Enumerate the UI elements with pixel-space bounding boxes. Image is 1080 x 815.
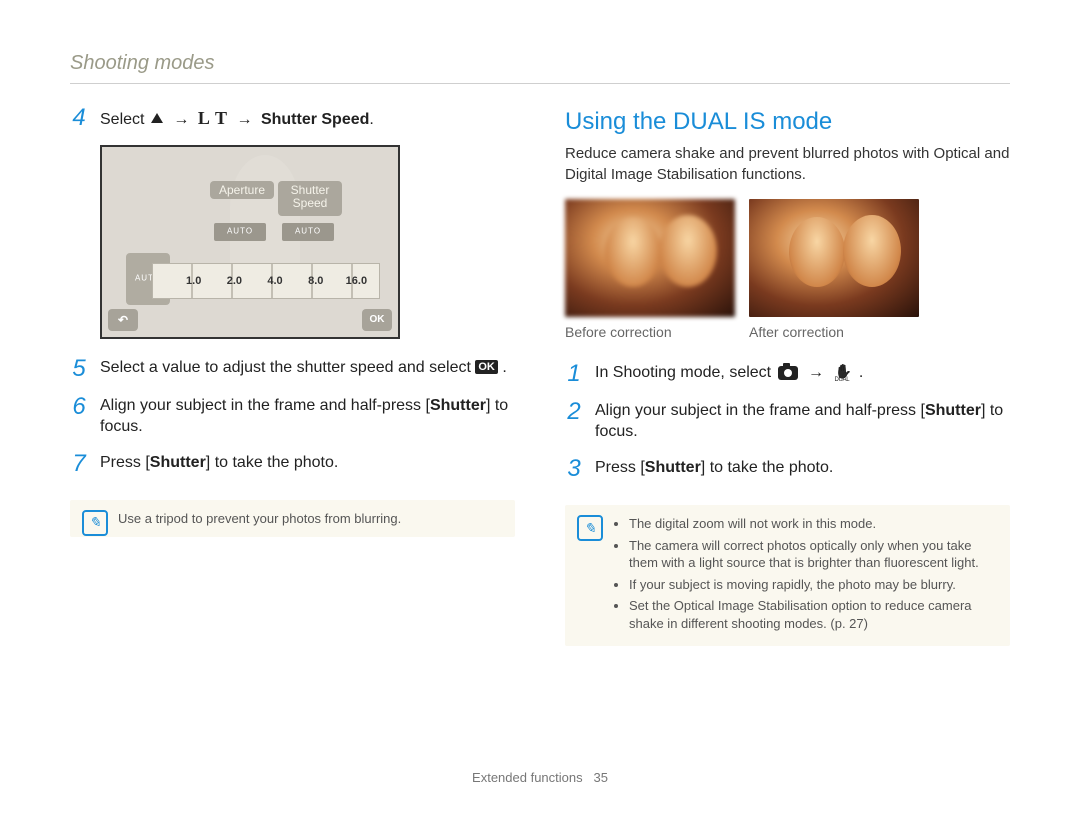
tick-label: 16.0 bbox=[346, 274, 367, 289]
left-column: 4 Select → L T → Shutter Speed. Aperture… bbox=[70, 106, 515, 646]
text: Align your subject in the frame and half… bbox=[595, 402, 925, 419]
arrow-icon: → bbox=[173, 111, 189, 128]
step-number: 3 bbox=[565, 457, 583, 481]
step-1: 1 In Shooting mode, select → . bbox=[565, 362, 1010, 386]
step-text: Align your subject in the frame and half… bbox=[595, 400, 1010, 443]
text: Press [ bbox=[100, 454, 150, 471]
back-icon: ↶ bbox=[108, 309, 138, 331]
text: ] to take the photo. bbox=[701, 459, 834, 476]
bold-label: Shutter Speed bbox=[261, 111, 369, 128]
step-5: 5 Select a value to adjust the shutter s… bbox=[70, 357, 515, 381]
text: Select bbox=[100, 111, 149, 128]
step-number: 7 bbox=[70, 452, 88, 476]
shutter-scale: 1.0 2.0 4.0 8.0 16.0 bbox=[152, 263, 380, 299]
before-caption: Before correction bbox=[565, 323, 735, 342]
tick-label: 8.0 bbox=[308, 274, 323, 289]
note-item: The camera will correct photos optically… bbox=[629, 537, 996, 572]
ok-icon: OK bbox=[362, 309, 392, 331]
tick-label: 4.0 bbox=[267, 274, 282, 289]
note-box: ✎ The digital zoom will not work in this… bbox=[565, 505, 1010, 646]
right-column: Using the DUAL IS mode Reduce camera sha… bbox=[565, 106, 1010, 646]
tick-label: 2.0 bbox=[227, 274, 242, 289]
step-6: 6 Align your subject in the frame and ha… bbox=[70, 395, 515, 438]
shutter-auto-indicator bbox=[282, 223, 334, 241]
text: Align your subject in the frame and half… bbox=[100, 397, 430, 414]
note-item: The digital zoom will not work in this m… bbox=[629, 515, 996, 533]
triangle-up-icon bbox=[151, 113, 163, 123]
text: ] to take the photo. bbox=[206, 454, 339, 471]
section-title: Using the DUAL IS mode bbox=[565, 106, 1010, 138]
bold-label: Shutter bbox=[925, 402, 981, 419]
section-description: Reduce camera shake and prevent blurred … bbox=[565, 144, 1010, 185]
note-icon: ✎ bbox=[577, 515, 603, 541]
step-number: 1 bbox=[565, 362, 583, 386]
note-box: ✎ Use a tripod to prevent your photos fr… bbox=[70, 500, 515, 538]
note-item: Set the Optical Image Stabilisation opti… bbox=[629, 597, 996, 632]
lt-icon: L T bbox=[198, 106, 228, 130]
photo-captions: Before correction After correction bbox=[565, 323, 1010, 342]
step-text: Align your subject in the frame and half… bbox=[100, 395, 515, 438]
text: . bbox=[859, 364, 863, 381]
note-list: The digital zoom will not work in this m… bbox=[613, 515, 996, 632]
aperture-auto-indicator bbox=[214, 223, 266, 241]
step-number: 2 bbox=[565, 400, 583, 443]
step-7: 7 Press [Shutter] to take the photo. bbox=[70, 452, 515, 476]
note-item: If your subject is moving rapidly, the p… bbox=[629, 576, 996, 594]
arrow-icon: → bbox=[236, 111, 252, 128]
step-text: Select a value to adjust the shutter spe… bbox=[100, 357, 507, 381]
shutter-speed-label: Shutter Speed bbox=[278, 181, 342, 216]
footer-section: Extended functions bbox=[472, 770, 583, 785]
step-number: 6 bbox=[70, 395, 88, 438]
bold-label: Shutter bbox=[645, 459, 701, 476]
bold-label: Shutter bbox=[430, 397, 486, 414]
step-number: 5 bbox=[70, 357, 88, 381]
step-text: Press [Shutter] to take the photo. bbox=[595, 457, 833, 481]
after-correction-photo bbox=[749, 199, 919, 317]
text: In Shooting mode, select bbox=[595, 364, 776, 381]
step-text: Select → L T → Shutter Speed. bbox=[100, 106, 374, 131]
camera-icon bbox=[778, 366, 798, 380]
text: . bbox=[369, 111, 373, 128]
arrow-icon: → bbox=[808, 364, 824, 381]
text: . bbox=[502, 359, 506, 376]
tick-label: 1.0 bbox=[186, 274, 201, 289]
step-text: Press [Shutter] to take the photo. bbox=[100, 452, 338, 476]
before-correction-photo bbox=[565, 199, 735, 317]
after-caption: After correction bbox=[749, 323, 919, 342]
camera-lcd-illustration: Aperture Shutter Speed 1.0 2.0 4.0 8.0 1… bbox=[100, 145, 400, 339]
step-number: 4 bbox=[70, 106, 88, 131]
step-3: 3 Press [Shutter] to take the photo. bbox=[565, 457, 1010, 481]
manual-page: Shooting modes 4 Select → L T → Shutter … bbox=[0, 0, 1080, 815]
ok-icon: OK bbox=[475, 360, 498, 374]
page-header: Shooting modes bbox=[70, 50, 1010, 84]
note-icon: ✎ bbox=[82, 510, 108, 536]
page-footer: Extended functions 35 bbox=[0, 769, 1080, 787]
note-text: Use a tripod to prevent your photos from… bbox=[118, 511, 401, 526]
text: Press [ bbox=[595, 459, 645, 476]
before-after-row bbox=[565, 199, 1010, 317]
aperture-label: Aperture bbox=[210, 181, 274, 199]
text: Select a value to adjust the shutter spe… bbox=[100, 359, 475, 376]
footer-page-number: 35 bbox=[593, 770, 607, 785]
dual-is-icon bbox=[834, 364, 852, 382]
step-4: 4 Select → L T → Shutter Speed. bbox=[70, 106, 515, 131]
step-text: In Shooting mode, select → . bbox=[595, 362, 863, 386]
two-column-layout: 4 Select → L T → Shutter Speed. Aperture… bbox=[70, 106, 1010, 646]
bold-label: Shutter bbox=[150, 454, 206, 471]
step-2: 2 Align your subject in the frame and ha… bbox=[565, 400, 1010, 443]
